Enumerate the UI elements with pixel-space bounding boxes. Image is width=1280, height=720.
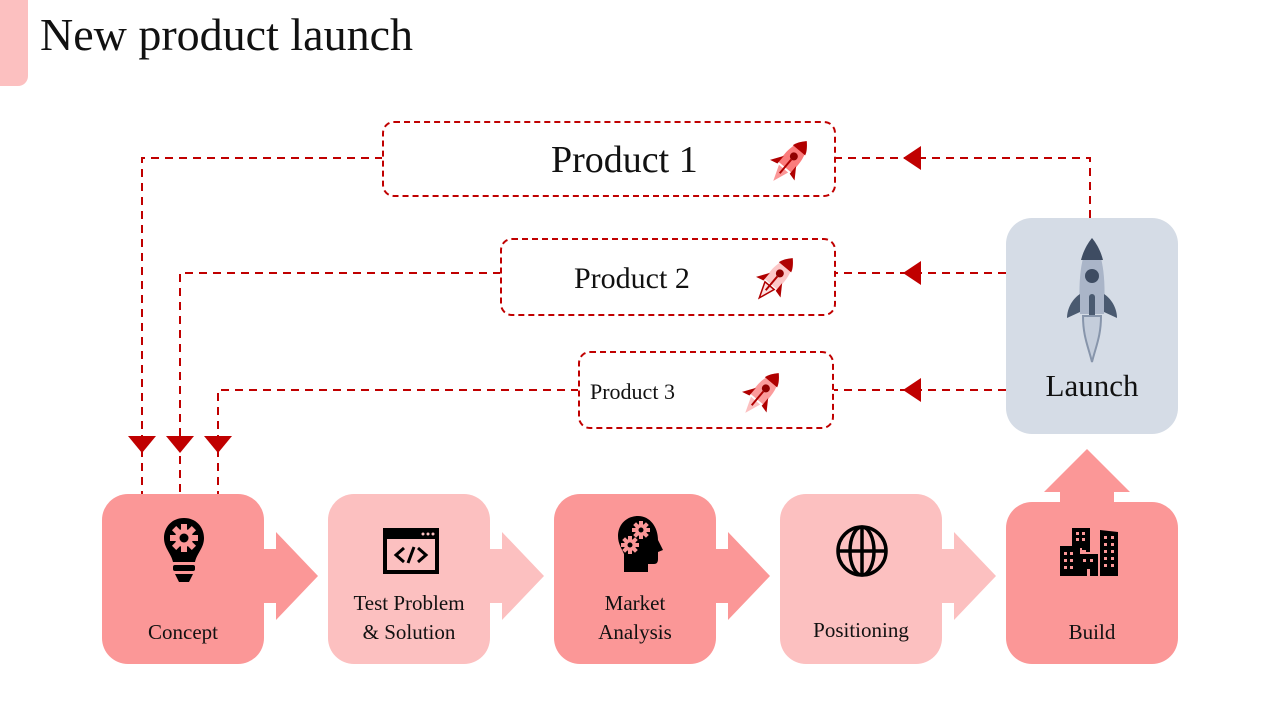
step-build: Build [1006,502,1178,664]
arrow-build-to-launch [1044,449,1130,505]
launch-label: Launch [1045,368,1139,403]
rocket-icon [742,373,779,413]
head-gears-icon [618,516,663,572]
launch-box: Launch [1006,218,1178,434]
step-concept-label: Concept [148,620,218,644]
arrowhead-left-1 [903,146,921,170]
connector-product3-to-concept [217,389,579,494]
globe-icon [836,525,888,577]
product-2-label: Product 2 [574,262,690,295]
arrow-concept-to-test [264,532,318,620]
arrowhead-down-3 [204,436,232,453]
step-market-label-line1: Market [604,591,666,615]
step-market-label-line2: Analysis [598,620,672,644]
arrowhead-left-2 [903,261,921,285]
step-test-label-line2: & Solution [362,620,456,644]
step-build-label: Build [1068,620,1116,644]
arrow-test-to-market [490,532,544,620]
arrowhead-left-3 [903,378,921,402]
product-3-box: Product 3 [578,351,834,429]
buildings-icon [1060,528,1118,576]
step-test-problem: Test Problem & Solution [328,494,490,664]
product-1-box: Product 1 [382,121,836,197]
connector-launch-to-product1 [836,157,1091,218]
step-positioning-label: Positioning [813,618,909,642]
connector-product2-to-concept [179,272,501,494]
product-3-label: Product 3 [590,379,675,404]
step-positioning: Positioning [780,494,942,664]
step-concept: Concept [102,494,264,664]
arrow-market-to-positioning [716,532,770,620]
rocket-icon [756,258,793,300]
arrowhead-down-2 [166,436,194,453]
product-2-box: Product 2 [500,238,836,316]
rocket-icon [1067,238,1117,363]
arrowhead-down-1 [128,436,156,453]
arrow-positioning-to-build [942,532,996,620]
step-market-analysis: Market Analysis [554,494,716,664]
rocket-icon [770,141,807,181]
lightbulb-gear-icon [164,518,204,582]
product-1-label: Product 1 [551,139,698,181]
step-test-label-line1: Test Problem [353,591,465,615]
code-window-icon [383,528,439,574]
